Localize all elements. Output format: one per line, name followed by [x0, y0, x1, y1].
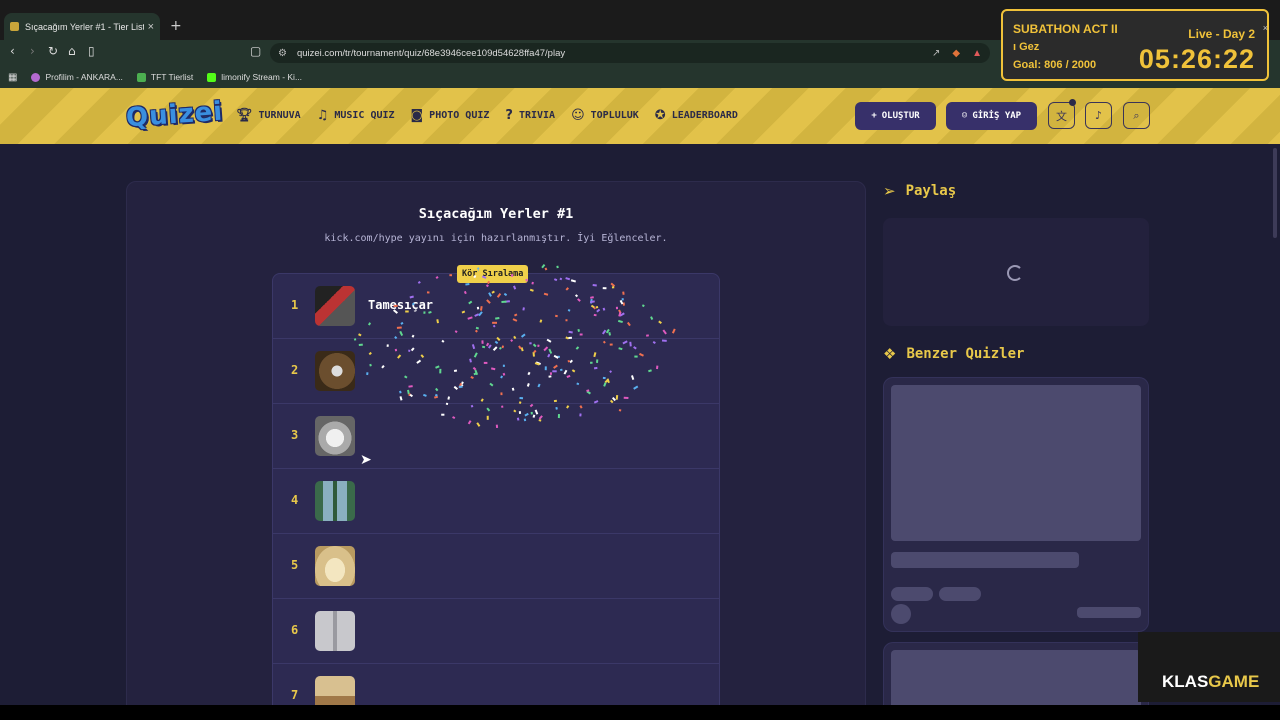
search-icon[interactable]: ⌕	[1123, 102, 1150, 129]
camera-icon: ◙	[410, 108, 424, 123]
item-image	[315, 351, 355, 391]
notification-dot	[1069, 99, 1076, 106]
new-tab-button[interactable]: +	[170, 18, 182, 34]
loading-spinner-icon	[1007, 265, 1023, 281]
nav-topluluk[interactable]: ☺ TOPLULUK	[571, 108, 639, 123]
apps-icon[interactable]: ▦	[8, 72, 17, 83]
language-icon[interactable]: 文	[1048, 102, 1075, 129]
cubes-icon: ❖	[883, 345, 897, 363]
users-icon: ☺	[571, 108, 585, 123]
profile-icon	[31, 72, 41, 82]
bookmark-item[interactable]: limonify Stream - Ki...	[207, 72, 302, 82]
subathon-subtitle: ı Gez	[1013, 41, 1040, 53]
item-rank: 4	[291, 493, 299, 507]
skeleton-tag	[939, 587, 981, 601]
quiz-subtitle: kick.com/hype yayını için hazırlanmıştır…	[324, 233, 668, 244]
item-rank: 7	[291, 688, 299, 702]
nav-leaderboard[interactable]: ✪ LEADERBOARD	[655, 108, 738, 123]
shield-icon[interactable]: ◆	[952, 48, 960, 59]
url-input[interactable]: ⚙ quizei.com/tr/tournament/quiz/68e3946c…	[270, 43, 990, 63]
medal-icon: ✪	[654, 108, 666, 123]
list-item[interactable]: 5	[273, 534, 719, 599]
subathon-timer: 05:26:22	[1138, 44, 1255, 74]
site-favicon-icon	[10, 22, 19, 31]
bell-icon[interactable]: ♪	[1085, 102, 1112, 129]
login-button[interactable]: ☺ GİRİŞ YAP	[946, 102, 1037, 130]
tab-title: Sıçacağım Yerler #1 - Tier List, Ki	[25, 21, 144, 32]
sponsor-logo: KLASGAME	[1162, 672, 1260, 691]
list-item[interactable]: 3	[273, 404, 719, 469]
subathon-overlay: SUBATHON ACT II ı Gez Goal: 806 / 2000 L…	[1001, 9, 1269, 81]
home-icon[interactable]: ⌂	[68, 44, 76, 58]
site-info-icon[interactable]: ⚙	[278, 48, 287, 59]
subathon-live: Live - Day 2	[1188, 27, 1255, 41]
main-nav: 🏆︎ TURNUVA ♫ MUSIC QUIZ ◙ PHOTO QUIZ ? TRIVI…	[236, 108, 738, 123]
item-rank: 3	[291, 428, 299, 442]
skeleton-title	[891, 552, 1079, 568]
share-page-icon[interactable]: ↗	[932, 48, 940, 59]
mouse-cursor-icon: ➤	[360, 452, 372, 468]
similar-quiz-card[interactable]	[883, 377, 1149, 632]
create-button[interactable]: + OLUŞTUR	[855, 102, 936, 130]
scrollbar-thumb[interactable]	[1273, 148, 1277, 238]
quiz-title: Sıçacağım Yerler #1	[418, 206, 574, 222]
skeleton-image	[891, 385, 1141, 541]
subathon-title: SUBATHON ACT II	[1013, 22, 1118, 36]
blind-ranking-badge: Kör Sıralama	[457, 265, 529, 283]
send-icon: ➢	[883, 182, 896, 200]
nav-trivia[interactable]: ? TRIVIA	[505, 108, 555, 123]
kick-icon	[207, 72, 217, 82]
list-item[interactable]: 2	[273, 339, 719, 404]
list-item[interactable]: 1 Tamesıçar	[273, 274, 719, 339]
similar-heading: ❖ Benzer Quizler	[883, 345, 1025, 363]
nav-turnuva[interactable]: 🏆︎ TURNUVA	[236, 108, 301, 123]
back-icon[interactable]: ‹	[10, 44, 15, 58]
url-text: quizei.com/tr/tournament/quiz/68e3946cee…	[296, 47, 566, 59]
alert-icon[interactable]: ▲	[972, 48, 982, 59]
reload-icon[interactable]: ↻	[48, 44, 58, 58]
forward-icon[interactable]: ›	[30, 44, 35, 58]
item-image	[315, 286, 355, 326]
nav-photo-quiz[interactable]: ◙ PHOTO QUIZ	[411, 108, 490, 123]
bottom-bar	[0, 705, 1280, 720]
tierlist-icon	[136, 72, 146, 82]
item-image	[315, 611, 355, 651]
item-image	[315, 416, 355, 456]
tab-close-icon[interactable]: ×	[148, 21, 154, 33]
site-logo[interactable]: Quizei	[125, 97, 224, 134]
nav-music-quiz[interactable]: ♫ MUSIC QUIZ	[317, 108, 395, 123]
user-icon: ☺	[961, 111, 968, 121]
item-name: Tamesıçar	[368, 298, 434, 312]
trophy-icon: 🏆︎	[236, 108, 253, 123]
item-rank: 6	[291, 623, 299, 637]
skeleton-meta	[1077, 607, 1141, 618]
item-rank: 2	[291, 363, 299, 377]
skeleton-avatar	[891, 604, 911, 624]
item-rank: 1	[291, 298, 299, 312]
bookmark-star-icon[interactable]: ▢	[250, 44, 261, 58]
item-image	[315, 481, 355, 521]
list-item[interactable]: 4	[273, 469, 719, 534]
question-icon: ?	[505, 108, 513, 123]
browser-tab[interactable]: Sıçacağım Yerler #1 - Tier List, Ki ×	[4, 13, 160, 40]
bookmark-item[interactable]: Profilim - ANKARA...	[31, 72, 123, 82]
list-item[interactable]: 6	[273, 599, 719, 664]
share-heading: ➢ Paylaş	[883, 182, 957, 200]
site-header: Quizei 🏆︎ TURNUVA ♫ MUSIC QUIZ ◙ PHOTO QUIZ…	[0, 88, 1280, 144]
skeleton-tag	[891, 587, 933, 601]
plus-icon: +	[871, 111, 877, 121]
music-icon: ♫	[316, 108, 329, 123]
bookmark-item[interactable]: TFT Tierlist	[136, 72, 193, 82]
subathon-goal: Goal: 806 / 2000	[1013, 59, 1097, 71]
item-image	[315, 546, 355, 586]
item-rank: 5	[291, 558, 299, 572]
sidebar-toggle-icon[interactable]: ▯	[88, 44, 95, 58]
overlay-close-icon: ×	[1262, 23, 1268, 33]
ranking-list: 1 Tamesıçar 2 3 4 5 6 7	[272, 273, 720, 720]
